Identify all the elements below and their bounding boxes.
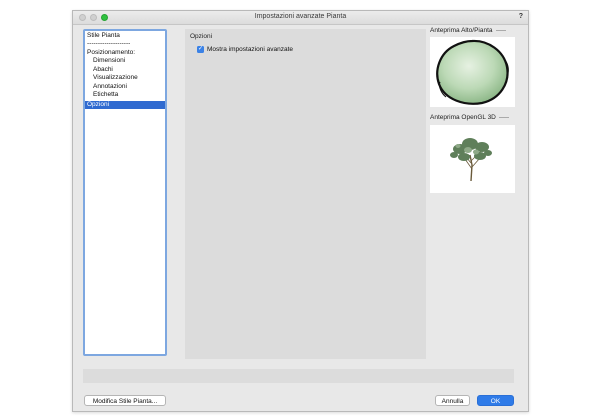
top-plan-preview-title: Anteprima Alto/Pianta (430, 27, 506, 34)
ok-button[interactable]: OK (477, 395, 514, 406)
category-list[interactable]: Stile Pianta -------------------- Posizi… (83, 29, 167, 356)
plant-3d-view-icon (450, 138, 492, 182)
sidebar-item-stile-pianta[interactable]: Stile Pianta (85, 32, 165, 40)
help-icon[interactable]: ? (519, 13, 523, 20)
top-plan-preview-label: Anteprima Alto/Pianta (430, 27, 493, 34)
sidebar-item-abachi[interactable]: Abachi (85, 66, 165, 74)
options-panel: Opzioni ✓ Mostra impostazioni avanzate (185, 29, 426, 359)
opengl-preview (430, 125, 515, 193)
opengl-preview-title: Anteprima OpenGL 3D (430, 114, 509, 121)
status-bar (83, 369, 514, 383)
sidebar-item-annotazioni[interactable]: Annotazioni (85, 83, 165, 91)
advanced-settings-checkbox-row[interactable]: ✓ Mostra impostazioni avanzate (197, 45, 293, 53)
sidebar-item-opzioni[interactable]: Opzioni (85, 101, 165, 109)
cancel-button[interactable]: Annulla (435, 395, 470, 406)
plant-top-view-icon (436, 39, 509, 105)
edit-plant-style-button[interactable]: Modifica Stile Pianta... (84, 395, 166, 406)
checkbox-checked-icon[interactable]: ✓ (197, 45, 204, 53)
sidebar-separator: -------------------- (87, 40, 131, 47)
sidebar-item-etichetta[interactable]: Etichetta (85, 91, 165, 99)
top-plan-preview (430, 37, 515, 107)
advanced-settings-label[interactable]: Mostra impostazioni avanzate (207, 46, 293, 53)
dialog-window: Impostazioni avanzate Pianta ? Stile Pia… (72, 10, 529, 412)
title-bar: Impostazioni avanzate Pianta ? (73, 11, 528, 25)
sidebar-item-visualizzazione[interactable]: Visualizzazione (85, 74, 165, 82)
section-title: Opzioni (190, 33, 213, 40)
window-title: Impostazioni avanzate Pianta (254, 13, 347, 20)
opengl-preview-label: Anteprima OpenGL 3D (430, 114, 496, 121)
sidebar-item-posizionamento[interactable]: Posizionamento: (85, 49, 165, 57)
sidebar-item-dimensioni[interactable]: Dimensioni (85, 57, 165, 65)
